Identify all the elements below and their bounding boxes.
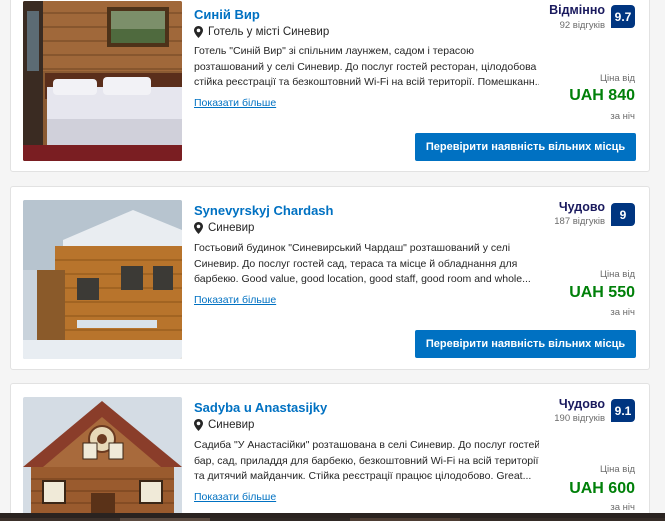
location-text: Синевир (208, 419, 255, 431)
hotel-name-link[interactable]: Sadyba u Anastasijky (194, 400, 327, 415)
map-pin-icon (194, 26, 203, 38)
review-score-badge: 9.1 (611, 399, 635, 422)
price-from-label: Ціна від (599, 73, 635, 84)
show-more-link[interactable]: Показати більше (194, 491, 276, 503)
description-line: розташований у селі Синевир. До послуг г… (194, 60, 537, 73)
show-more-link[interactable]: Показати більше (194, 294, 276, 306)
description-line: Садиба "У Анастасійки" розташована в сел… (194, 439, 539, 451)
review-count: 187 відгуків (554, 216, 605, 227)
review-count: 92 відгуків (559, 20, 605, 31)
hotel-room-image (23, 1, 182, 161)
description-line: Гостьовий будинок "Синевирський Чардаш" … (194, 242, 511, 254)
location-text: Готель у місті Синевир (208, 26, 330, 38)
check-availability-button[interactable]: Перевірити наявність вільних місць (415, 330, 636, 358)
hotel-description: Готель "Синій Вир" зі спільним лаунжем, … (194, 44, 539, 91)
check-availability-button[interactable]: Перевірити наявність вільних місць (415, 133, 636, 161)
hotel-photo[interactable] (23, 1, 182, 161)
hotel-description: Садиба "У Анастасійки" розташована в сел… (194, 438, 539, 485)
price-from-label: Ціна від (599, 269, 635, 280)
location-text: Синевир (208, 222, 255, 234)
rating-word: Чудово (558, 397, 605, 411)
review-score-badge: 9.7 (611, 5, 635, 28)
review-count: 190 відгуків (554, 413, 605, 424)
description-line: барбекю. Good value, good location, good… (194, 273, 531, 285)
price-value: UAH 600 (569, 480, 635, 497)
description-line: стійка реєстрації та безкоштовний Wi-Fi … (194, 76, 539, 88)
show-more-link[interactable]: Показати більше (194, 97, 276, 109)
taskbar-strip (0, 513, 665, 521)
per-night-label: за ніч (610, 307, 635, 318)
price-value: UAH 550 (569, 284, 635, 301)
description-line: Готель "Синій Вир" зі спільним лаунжем, … (194, 45, 475, 57)
listing-card: Synevyrskyj Chardash Синевир Гостьовий б… (10, 186, 650, 370)
hotel-photo[interactable] (23, 397, 182, 521)
per-night-label: за ніч (610, 111, 635, 122)
guest-house-image (23, 200, 182, 359)
price-value: UAH 840 (569, 87, 635, 104)
description-line: Синевир. До послуг гостей сад, тераса та… (194, 257, 518, 270)
rating-word: Відмінно (549, 3, 605, 17)
hotel-name-link[interactable]: Synevyrskyj Chardash (194, 203, 333, 218)
location-line: Готель у місті Синевир (194, 26, 329, 38)
description-line: бар, сад, приладдя для барбекю, безкошто… (194, 454, 539, 467)
listing-card: Sadyba u Anastasijky Синевир Садиба "У А… (10, 383, 650, 521)
rating-word: Чудово (558, 200, 605, 214)
location-line: Синевир (194, 222, 254, 234)
hotel-photo[interactable] (23, 200, 182, 359)
homestead-image (23, 397, 182, 521)
hotel-description: Гостьовий будинок "Синевирський Чардаш" … (194, 241, 539, 288)
description-line: та дитячий майданчик. Стійка реєстрації … (194, 470, 532, 482)
review-score-badge: 9 (611, 203, 635, 226)
listing-card: Синій Вир Готель у місті Синевир Готель … (10, 0, 650, 172)
per-night-label: за ніч (610, 502, 635, 513)
location-line: Синевир (194, 419, 254, 431)
hotel-name-link[interactable]: Синій Вир (194, 7, 260, 22)
map-pin-icon (194, 222, 203, 234)
map-pin-icon (194, 419, 203, 431)
price-from-label: Ціна від (599, 464, 635, 475)
